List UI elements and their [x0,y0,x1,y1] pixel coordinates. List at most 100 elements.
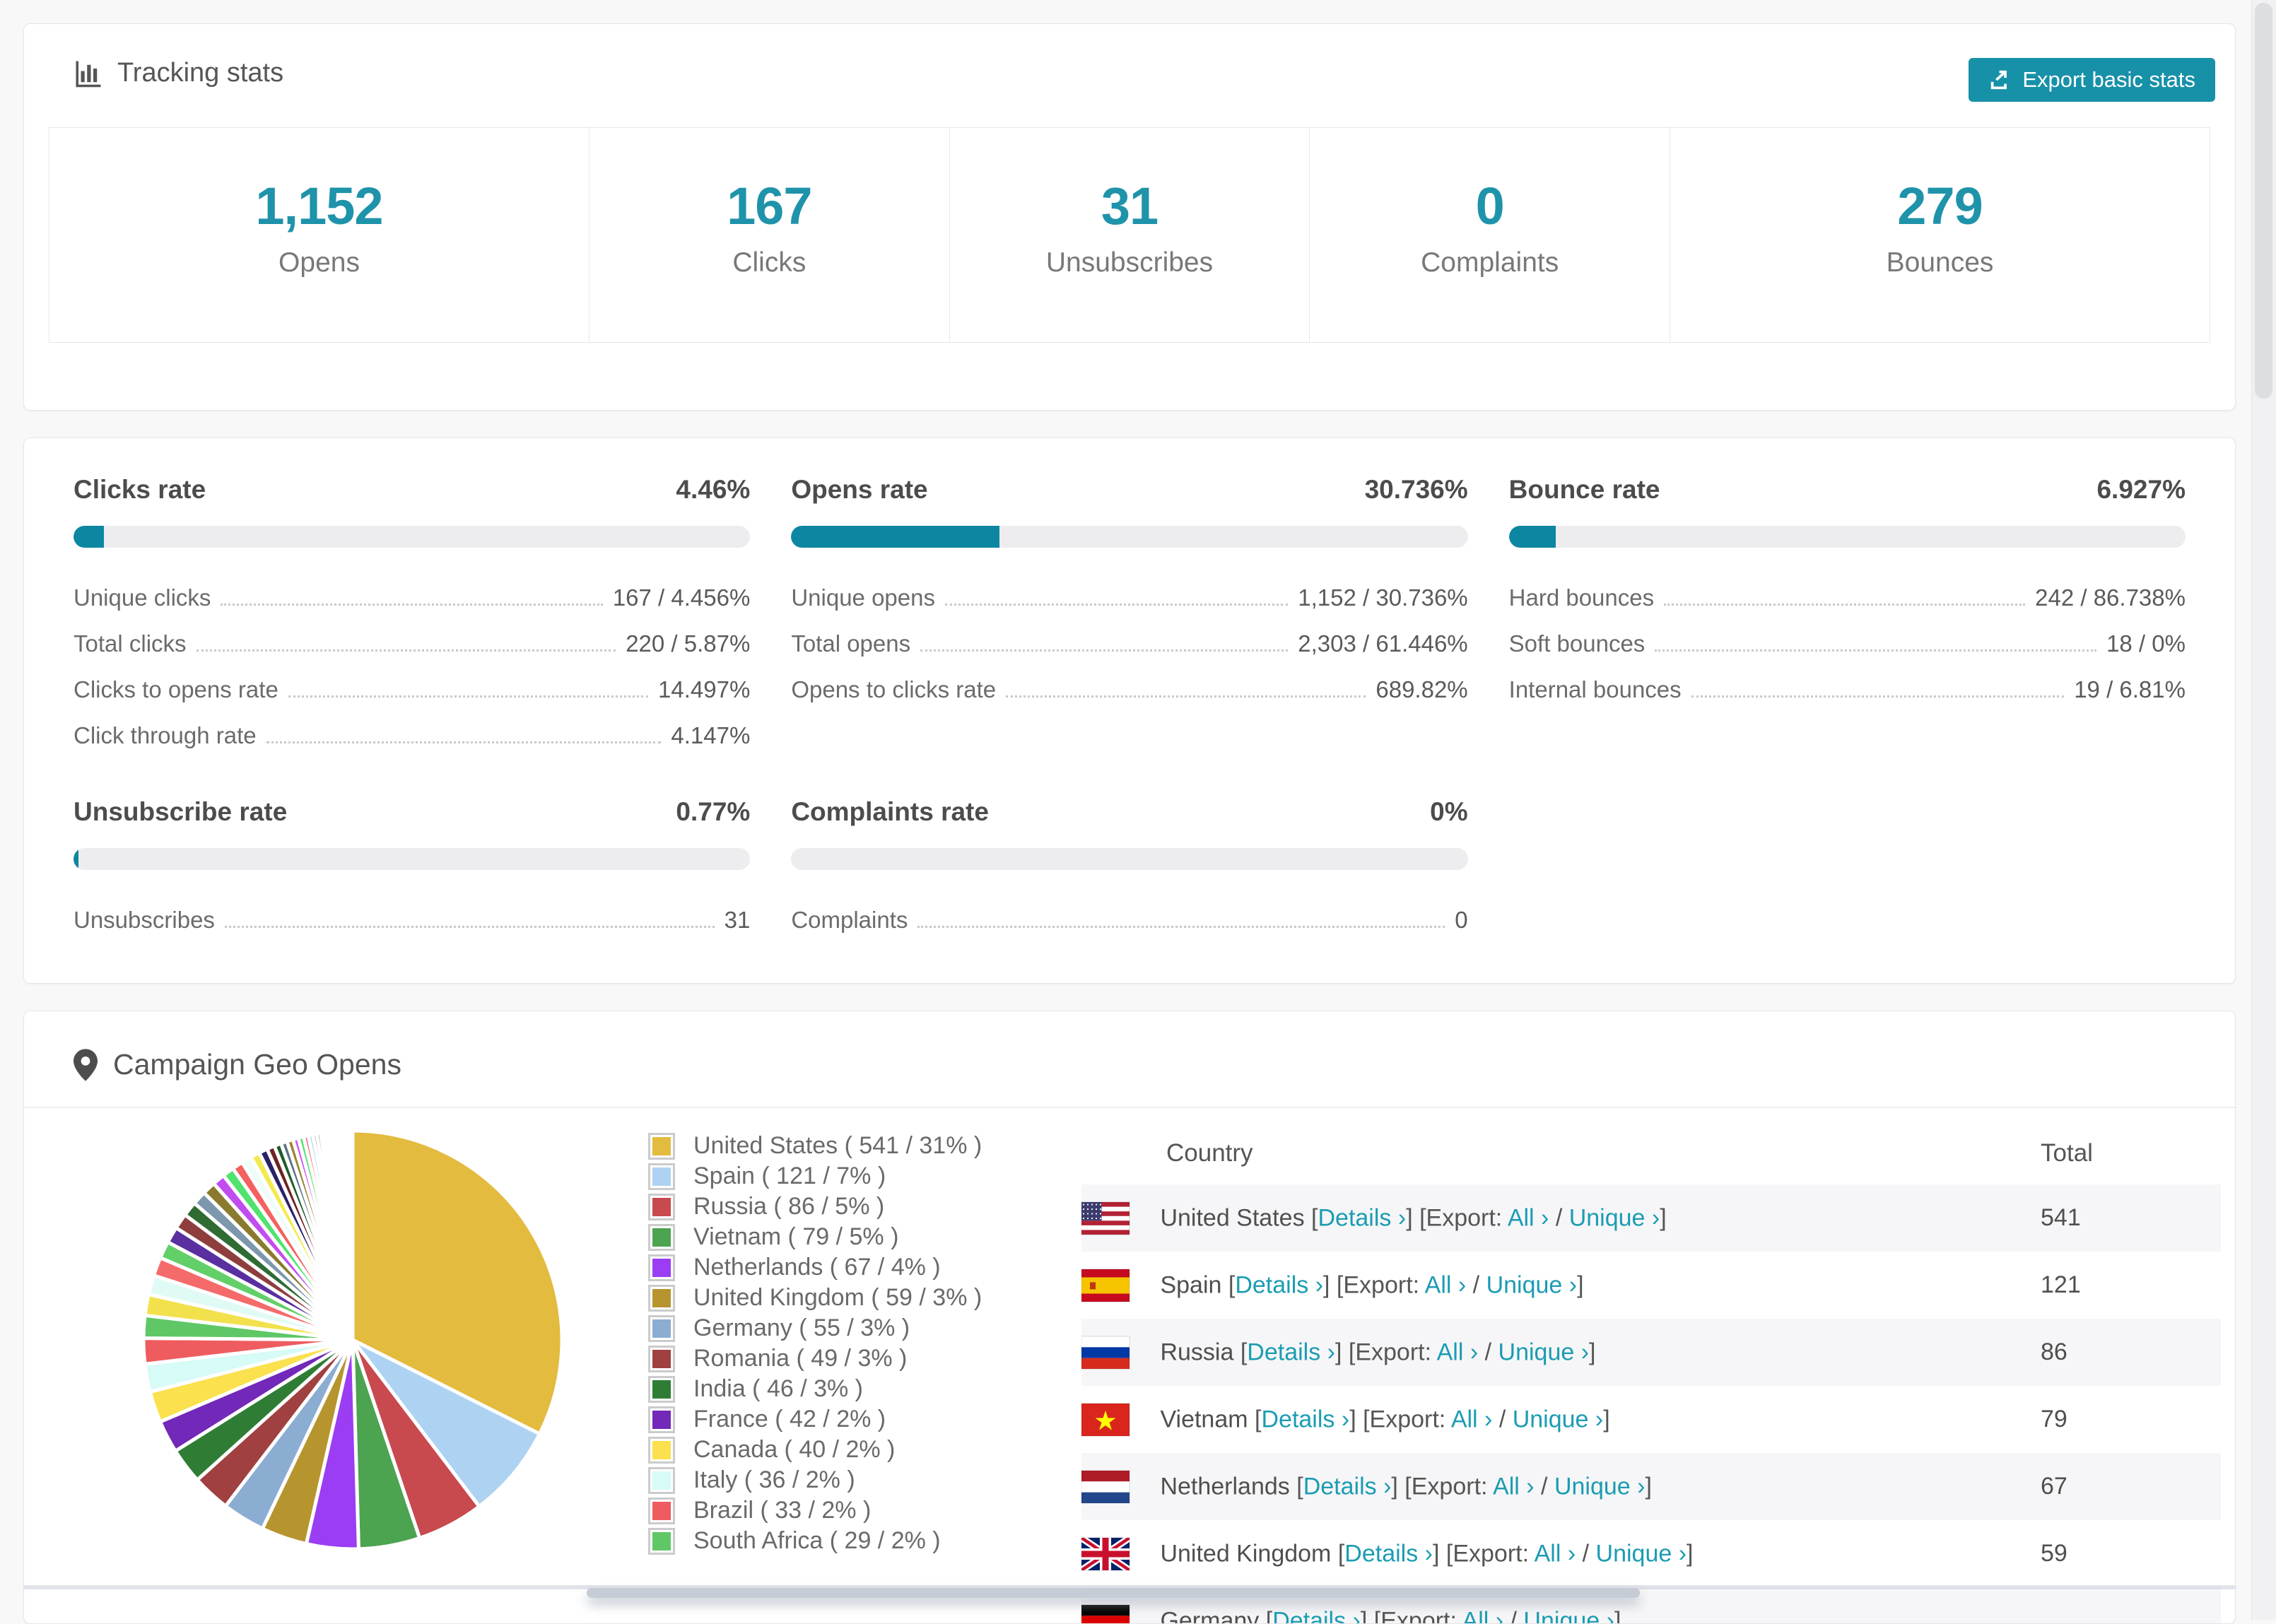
export-icon [1988,68,2012,92]
dotted-leader [288,695,648,698]
stat-line: Unique opens 1,152 / 30.736% [791,584,1467,611]
export-unique-link[interactable]: Unique › [1569,1204,1660,1231]
country-total [2041,1587,2221,1624]
progress-bar-track [791,848,1467,870]
country-cell: Russia [Details ›] [Export: All › / Uniq… [1081,1319,2041,1386]
details-link[interactable]: Details › [1261,1406,1349,1432]
progress-bar-fill [791,526,999,548]
stat-line: Complaints 0 [791,907,1467,934]
rates-card: Clicks rate 4.46% Unique clicks 167 / 4.… [23,437,2236,984]
stat-label: Unsubscribes [950,247,1310,278]
export-unique-link[interactable]: Unique › [1554,1473,1646,1500]
country-name: Germany [1160,1607,1259,1624]
rate-rows: Unique clicks 167 / 4.456% Total clicks … [74,584,750,749]
rate-value: 6.927% [2096,475,2186,505]
details-link[interactable]: Details › [1247,1338,1335,1365]
stat-line-label: Internal bounces [1509,676,1682,703]
legend-item: Spain ( 121 / 7% ) [648,1161,980,1191]
stat-cell: 167 Clicks [589,128,949,342]
export-basic-stats-button[interactable]: Export basic stats [1969,58,2215,102]
export-button-label: Export basic stats [2022,67,2195,93]
flag-us-icon [1081,1202,1130,1235]
stat-line: Unique clicks 167 / 4.456% [74,584,750,611]
legend-label: Netherlands ( 67 / 4% ) [693,1254,941,1281]
stats-row: 1,152 Opens 167 Clicks 31 Unsubscribes 0… [49,127,2210,343]
rate-value: 0.77% [676,797,750,827]
stat-value: 0 [1310,176,1670,236]
geo-pie-chart [141,1124,565,1556]
stat-cell: 31 Unsubscribes [949,128,1310,342]
legend-item: Germany ( 55 / 3% ) [648,1313,980,1343]
stat-line: Soft bounces 18 / 0% [1509,630,2186,657]
export-all-link[interactable]: All › [1462,1607,1504,1624]
tracking-stats-title: Tracking stats [117,58,283,88]
table-row: Vietnam [Details ›] [Export: All › / Uni… [1081,1386,2221,1453]
export-all-link[interactable]: All › [1437,1338,1479,1365]
dotted-leader [266,741,662,743]
country-cell: Vietnam [Details ›] [Export: All › / Uni… [1081,1386,2041,1453]
export-all-link[interactable]: All › [1451,1406,1493,1432]
page: Tracking stats Export basic stats 1,152 … [23,23,2236,1624]
legend-item: South Africa ( 29 / 2% ) [648,1526,980,1556]
stat-line-value: 18 / 0% [2106,630,2186,657]
export-unique-link[interactable]: Unique › [1486,1271,1578,1298]
rate-value: 30.736% [1365,475,1468,505]
export-all-link[interactable]: All › [1535,1540,1576,1567]
stat-line-value: 1,152 / 30.736% [1298,584,1467,611]
country-name: United Kingdom [1160,1540,1331,1567]
legend-item: United Kingdom ( 59 / 3% ) [648,1283,980,1313]
geo-body: United States ( 541 / 31% ) Spain ( 121 … [24,1108,2235,1624]
details-link[interactable]: Details › [1318,1204,1406,1231]
stat-label: Clicks [589,247,949,278]
stat-line-value: 2,303 / 61.446% [1298,630,1467,657]
rate-rows: Complaints 0 [791,907,1467,934]
rate-head: Complaints rate 0% [791,797,1467,827]
export-unique-link[interactable]: Unique › [1596,1540,1687,1567]
progress-bar-track [74,848,750,870]
rate-rows: Unique opens 1,152 / 30.736% Total opens… [791,584,1467,703]
tracking-stats-title-wrap: Tracking stats [74,58,283,88]
horizontal-scrollbar-thumb[interactable] [587,1588,1640,1598]
export-unique-link[interactable]: Unique › [1498,1338,1590,1365]
pie-slice[interactable] [352,1131,353,1340]
legend-label: Romania ( 49 / 3% ) [693,1345,907,1372]
legend-swatch-icon [648,1315,675,1342]
export-all-link[interactable]: All › [1425,1271,1467,1298]
flag-ru-icon [1081,1336,1130,1369]
stat-line-label: Unsubscribes [74,907,215,934]
legend-label: South Africa ( 29 / 2% ) [693,1527,941,1555]
legend-item: Netherlands ( 67 / 4% ) [648,1252,980,1283]
flag-gb-icon [1081,1538,1130,1570]
table-row: Spain [Details ›] [Export: All › / Uniqu… [1081,1252,2221,1319]
export-unique-link[interactable]: Unique › [1523,1607,1614,1624]
country-column-header: Country [1081,1122,2041,1184]
row-links: [Details ›] [Export: All › / Unique ›] [1266,1607,1621,1624]
legend-item: India ( 46 / 3% ) [648,1374,980,1404]
table-row: United Kingdom [Details ›] [Export: All … [1081,1520,2221,1587]
stat-line-label: Total clicks [74,630,187,657]
details-link[interactable]: Details › [1303,1473,1392,1500]
export-unique-link[interactable]: Unique › [1513,1406,1604,1432]
country-name: Spain [1160,1271,1221,1298]
vertical-scrollbar-thumb[interactable] [2255,3,2272,399]
export-all-link[interactable]: All › [1508,1204,1549,1231]
flag-vn-icon [1081,1404,1130,1436]
legend-label: India ( 46 / 3% ) [693,1375,863,1403]
details-link[interactable]: Details › [1272,1607,1361,1624]
export-all-link[interactable]: All › [1493,1473,1535,1500]
legend-swatch-icon [648,1406,675,1433]
country-cell: Netherlands [Details ›] [Export: All › /… [1081,1453,2041,1520]
legend-label: Italy ( 36 / 2% ) [693,1466,855,1494]
row-links: [Details ›] [Export: All › / Unique ›] [1228,1271,1584,1298]
legend-label: France ( 42 / 2% ) [693,1406,886,1433]
country-cell: Spain [Details ›] [Export: All › / Uniqu… [1081,1252,2041,1319]
details-link[interactable]: Details › [1235,1271,1323,1298]
legend-swatch-icon [648,1346,675,1372]
rate-head: Bounce rate 6.927% [1509,475,2186,505]
details-link[interactable]: Details › [1344,1540,1433,1567]
stat-line-value: 31 [725,907,751,934]
stat-line-label: Complaints [791,907,908,934]
rate-head: Opens rate 30.736% [791,475,1467,505]
country-name: Russia [1160,1338,1233,1365]
legend-label: United States ( 541 / 31% ) [693,1132,982,1160]
